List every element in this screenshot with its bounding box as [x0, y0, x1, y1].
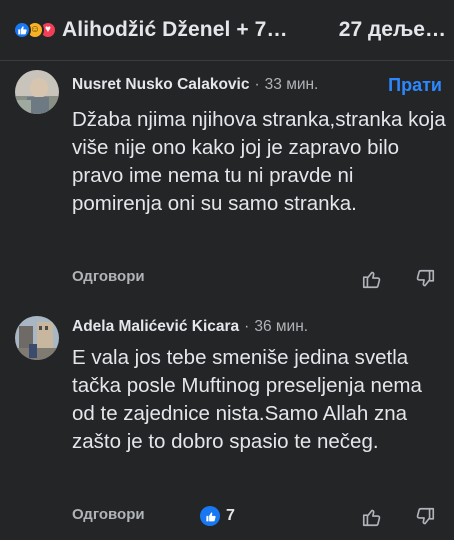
- reaction-summary[interactable]: ☺ ♥: [13, 21, 57, 39]
- separator-dot: ·: [254, 76, 260, 93]
- thumbs-down-icon[interactable]: [414, 268, 438, 292]
- comment-meta: Nusret Nusko Calakovic · 33 мин.: [72, 76, 318, 94]
- follow-button[interactable]: Прати: [388, 75, 442, 96]
- thumbs-up-icon[interactable]: [361, 506, 385, 530]
- like-count-value: 7: [226, 507, 235, 524]
- comment-time[interactable]: 33 мин.: [265, 76, 319, 94]
- reply-button[interactable]: Одговори: [72, 506, 145, 523]
- comment-actions: Одговори 7: [72, 506, 442, 530]
- shares-count[interactable]: 27 деље…: [339, 18, 446, 42]
- divider: [0, 60, 454, 61]
- comment-author[interactable]: Adela Malićević Kicara: [72, 318, 239, 336]
- like-icon: [13, 21, 31, 39]
- comment-text: E vala jos tebe smeniše jedina svetla ta…: [72, 346, 422, 453]
- reply-button[interactable]: Одговори: [72, 268, 145, 285]
- comment-actions: Одговори: [72, 268, 442, 292]
- avatar[interactable]: [15, 70, 59, 114]
- reactors-names[interactable]: Alihodžić Dženel + 7…: [62, 18, 325, 42]
- comment-like-count[interactable]: 7: [200, 506, 235, 526]
- like-icon: [200, 506, 220, 526]
- separator-dot: ·: [244, 318, 250, 335]
- comment-author[interactable]: Nusret Nusko Calakovic: [72, 76, 249, 94]
- comment-time[interactable]: 36 мин.: [254, 318, 308, 336]
- thumbs-up-icon[interactable]: [361, 268, 385, 292]
- comment-meta: Adela Malićević Kicara · 36 мин.: [72, 318, 308, 336]
- post-header-bar: ☺ ♥ Alihodžić Dženel + 7… 27 деље…: [0, 0, 454, 60]
- avatar[interactable]: [15, 316, 59, 360]
- thumbs-down-icon[interactable]: [414, 506, 438, 530]
- comment-text: Džaba njima njihova stranka,stranka koja…: [72, 108, 446, 215]
